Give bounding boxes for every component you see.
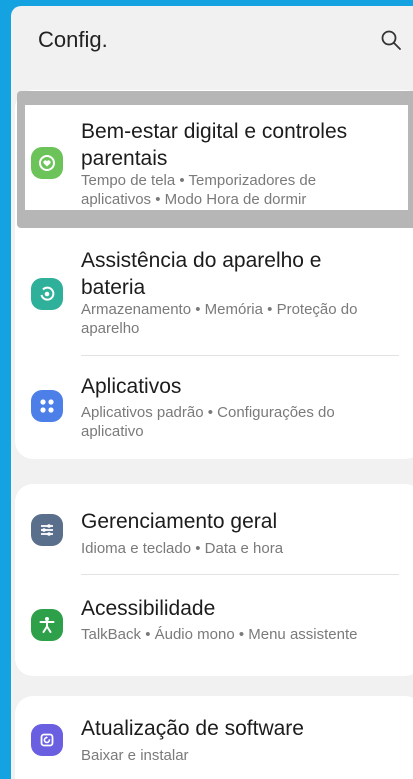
divider [81, 355, 399, 356]
settings-screen: Config. Bem-estar digital e controles pa… [11, 6, 413, 779]
settings-item-title: Gerenciamento geral [81, 510, 278, 533]
settings-item-title: Acessibilidade [81, 597, 216, 620]
divider [81, 574, 399, 575]
settings-item-accessibility[interactable]: Acessibilidade TalkBack • Áudio mono • M… [11, 584, 413, 674]
settings-item-title: Atualização de software [81, 717, 304, 740]
settings-item-subtitle: Baixar e instalar [81, 747, 189, 764]
apps-icon [31, 390, 63, 422]
settings-item-subtitle: Idioma e teclado • Data e hora [81, 540, 284, 557]
device-care-icon [31, 278, 63, 310]
settings-item-general-management[interactable]: Gerenciamento geral Idioma e teclado • D… [11, 496, 413, 576]
settings-item-subtitle: TalkBack • Áudio mono • Menu assistente [81, 626, 358, 643]
settings-item-digital-wellbeing[interactable]: Bem-estar digital e controles parentais … [11, 105, 413, 215]
settings-item-subtitle: Aplicativos padrão • Configurações do ap… [81, 404, 335, 440]
settings-item-title: Bem-estar digital e controles parentais [81, 120, 348, 170]
settings-item-subtitle: Tempo de tela • Temporizadores de aplica… [81, 172, 317, 208]
settings-item-subtitle: Armazenamento • Memória • Proteção do ap… [81, 301, 358, 337]
settings-item-device-care[interactable]: Assistência do aparelho e bateria Armaze… [11, 242, 413, 357]
page-title: Config. [38, 27, 108, 52]
software-update-icon [31, 724, 63, 756]
digital-wellbeing-icon [31, 147, 63, 179]
header: Config. [11, 6, 413, 72]
search-icon[interactable] [377, 26, 405, 54]
settings-item-title: Assistência do aparelho e bateria [81, 249, 322, 299]
settings-item-apps[interactable]: Aplicativos Aplicativos padrão • Configu… [11, 366, 413, 456]
settings-item-software-update[interactable]: Atualização de software Baixar e instala… [11, 706, 413, 776]
accessibility-icon [31, 609, 63, 641]
general-management-icon [31, 514, 63, 546]
settings-item-title: Aplicativos [81, 375, 182, 398]
